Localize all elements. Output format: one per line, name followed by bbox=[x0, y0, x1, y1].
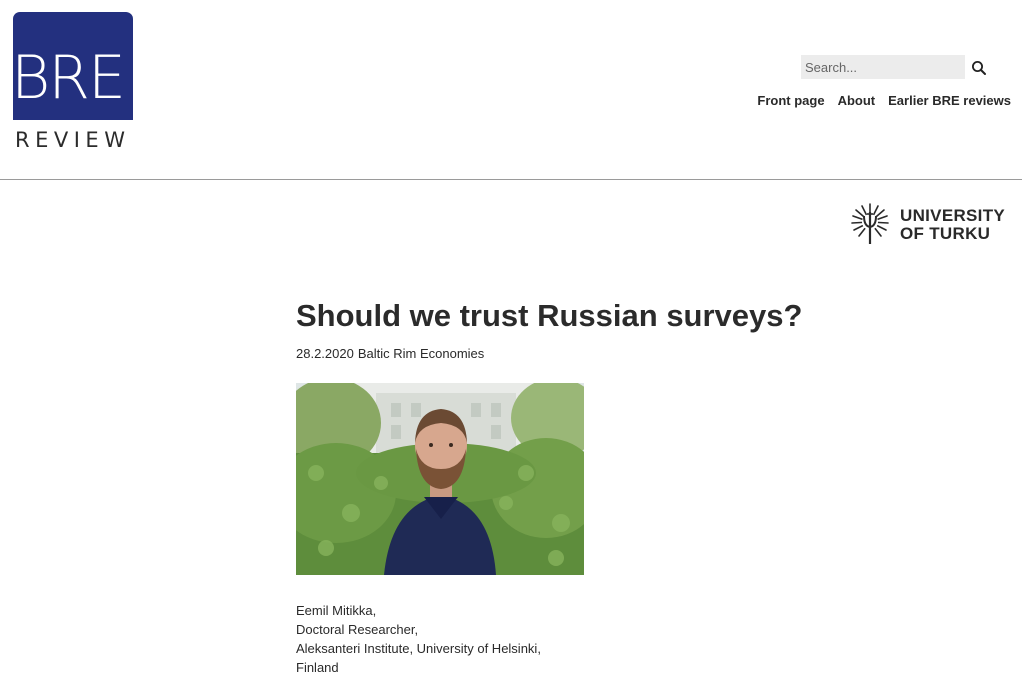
author-country: Finland bbox=[296, 660, 339, 675]
search-icon[interactable] bbox=[971, 60, 987, 76]
author-title: Doctoral Researcher, bbox=[296, 622, 419, 637]
nav-front-page[interactable]: Front page bbox=[757, 93, 824, 108]
article: Should we trust Russian surveys? 28.2.20… bbox=[276, 296, 856, 677]
university-name-line-2: OF TURKU bbox=[900, 224, 991, 243]
university-of-turku-logo[interactable]: UNIVERSITY OF TURKU bbox=[850, 202, 1005, 248]
author-affiliation: Aleksanteri Institute, University of Hel… bbox=[296, 641, 541, 656]
logo-box: BRE bbox=[13, 12, 133, 120]
article-date: 28.2.2020 bbox=[296, 346, 354, 361]
logo-word: REVIEW bbox=[15, 128, 131, 152]
article-meta: 28.2.2020 Baltic Rim Economies bbox=[296, 346, 856, 361]
author-name: Eemil Mitikka, bbox=[296, 603, 377, 618]
university-emblem-icon bbox=[850, 200, 890, 251]
university-name-line-1: UNIVERSITY bbox=[900, 206, 1006, 225]
bre-review-logo[interactable]: BRE REVIEW bbox=[13, 12, 133, 152]
main-nav: Front page About Earlier BRE reviews bbox=[757, 93, 1011, 108]
university-name: UNIVERSITY OF TURKU bbox=[900, 207, 1005, 243]
logo-letters: BRE bbox=[13, 43, 126, 113]
nav-about[interactable]: About bbox=[838, 93, 876, 108]
article-category-link[interactable]: Baltic Rim Economies bbox=[358, 346, 484, 361]
author-info: Eemil Mitikka, Doctoral Researcher, Alek… bbox=[296, 601, 856, 677]
nav-earlier-reviews[interactable]: Earlier BRE reviews bbox=[888, 93, 1011, 108]
search-input[interactable] bbox=[801, 55, 965, 79]
article-title: Should we trust Russian surveys? bbox=[296, 298, 803, 333]
author-photo bbox=[276, 378, 601, 575]
site-header: BRE REVIEW Front page About Earlier BRE … bbox=[0, 0, 1022, 180]
